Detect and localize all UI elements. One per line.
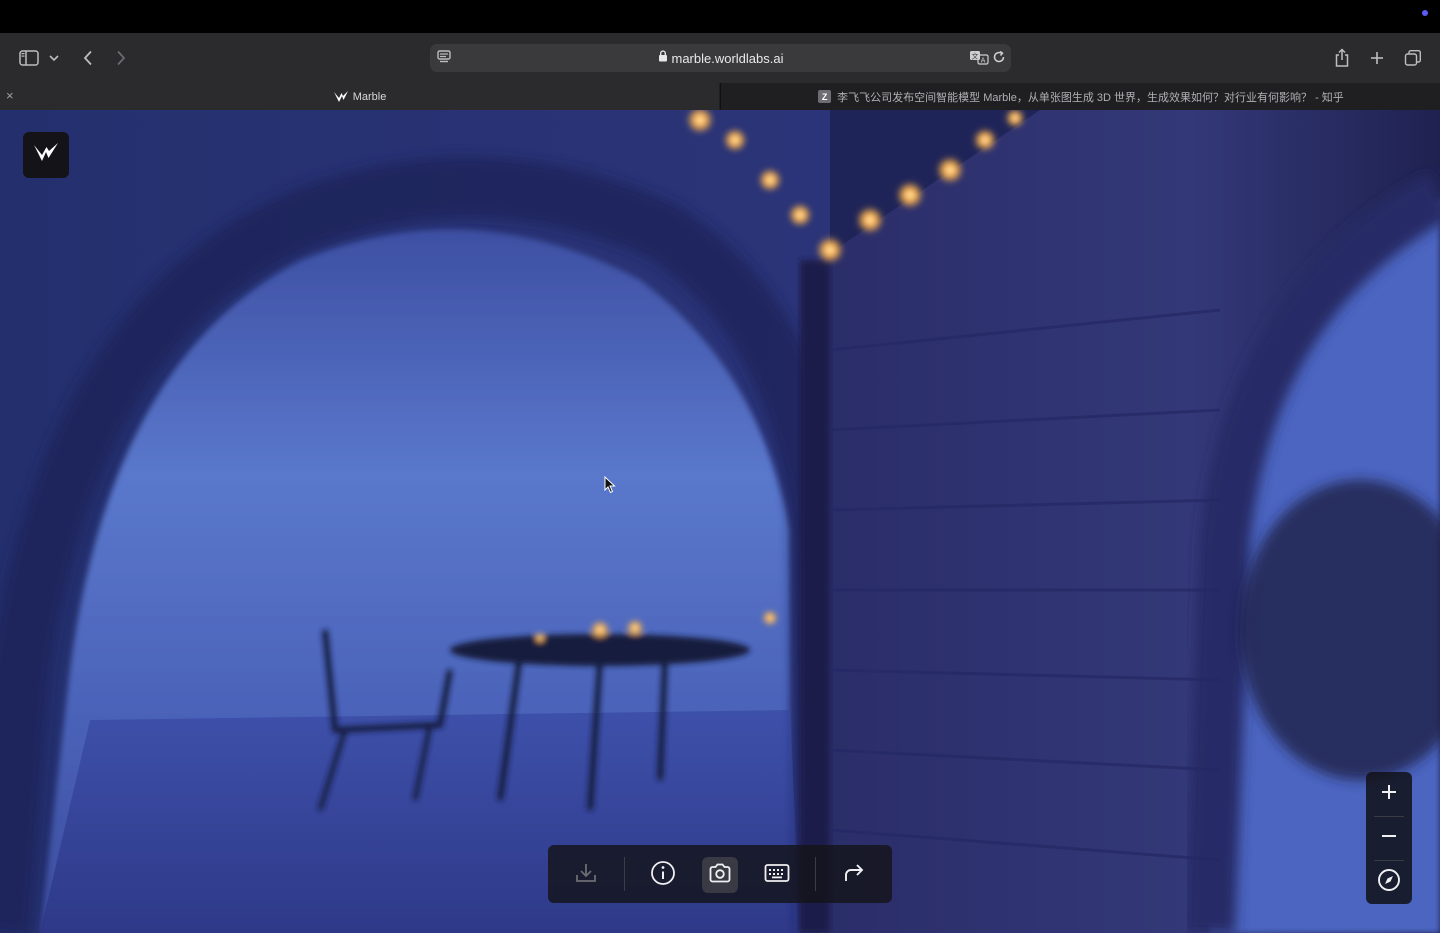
share-arrow-icon — [842, 862, 866, 889]
tab-marble[interactable]: × Marble — [0, 83, 719, 110]
toolbar-divider — [624, 857, 625, 891]
plus-icon — [1380, 783, 1398, 806]
translate-icon[interactable]: 文A — [969, 49, 989, 70]
system-menubar — [0, 0, 1440, 33]
new-tab-icon[interactable] — [1365, 46, 1389, 70]
info-icon — [650, 860, 676, 891]
lock-icon — [658, 49, 668, 67]
scene-render — [0, 110, 1440, 933]
zoom-controls — [1366, 772, 1412, 904]
close-tab-icon[interactable]: × — [6, 89, 14, 103]
marble-logo-icon — [33, 142, 59, 169]
keyboard-icon — [764, 863, 790, 888]
download-button[interactable] — [568, 857, 604, 893]
status-indicator-dot — [1422, 10, 1428, 16]
svg-text:A: A — [981, 57, 986, 65]
reload-icon[interactable] — [991, 49, 1007, 70]
sidebar-icon[interactable] — [17, 46, 41, 70]
browser-toolbar: marble.worldlabs.ai 文A — [0, 33, 1440, 83]
forward-icon[interactable] — [109, 46, 133, 70]
info-button[interactable] — [645, 857, 681, 893]
marble-logo-button[interactable] — [23, 132, 69, 178]
toolbar-divider — [815, 857, 816, 891]
camera-button[interactable] — [702, 857, 738, 893]
page-menu-icon[interactable] — [436, 49, 452, 70]
camera-icon — [708, 862, 732, 889]
tab-bar: × Marble Z 李飞飞公司发布空间智能模型 Marble，从单张图生成 3… — [0, 83, 1440, 111]
zoom-in-button[interactable] — [1366, 772, 1412, 816]
marble-favicon-icon — [333, 90, 349, 104]
mouse-cursor-icon — [604, 475, 616, 499]
back-icon[interactable] — [76, 46, 100, 70]
minus-icon — [1380, 827, 1398, 850]
share-button[interactable] — [836, 857, 872, 893]
tab-title: Marble — [352, 90, 387, 103]
compass-button[interactable] — [1366, 860, 1412, 904]
zoom-out-button[interactable] — [1366, 816, 1412, 860]
compass-icon — [1377, 868, 1401, 897]
bottom-toolbar — [548, 845, 892, 903]
zhihu-favicon-icon: Z — [818, 90, 832, 103]
keyboard-button[interactable] — [759, 857, 795, 893]
tab-overview-icon[interactable] — [1401, 46, 1425, 70]
address-bar[interactable]: marble.worldlabs.ai 文A — [430, 44, 1011, 72]
world-viewport[interactable] — [0, 110, 1440, 933]
tab-zhihu[interactable]: Z 李飞飞公司发布空间智能模型 Marble，从单张图生成 3D 世界，生成效果… — [720, 83, 1440, 110]
tab-title: 李飞飞公司发布空间智能模型 Marble，从单张图生成 3D 世界，生成效果如何… — [837, 91, 1344, 104]
chevron-down-icon[interactable] — [44, 46, 64, 70]
download-icon — [574, 861, 598, 890]
url-text[interactable]: marble.worldlabs.ai — [672, 51, 784, 66]
share-icon[interactable] — [1330, 46, 1354, 70]
